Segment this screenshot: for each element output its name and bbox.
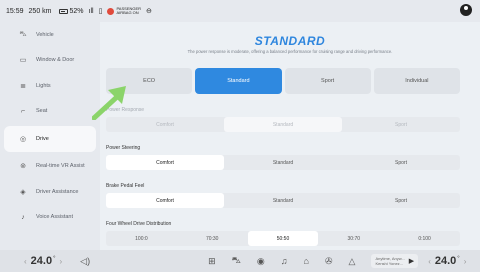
sidebar-item-realtime-vr[interactable]: ⊚ Real-time VR Assist [0, 154, 100, 180]
car-icon[interactable]: ⛍ [232, 255, 241, 267]
sidebar-item-lights[interactable]: ≣ Lights [0, 73, 100, 99]
profile-avatar-icon[interactable] [460, 4, 472, 16]
volume-icon[interactable]: ◁) [80, 256, 90, 267]
window-icon: ▭ [19, 57, 27, 65]
sim-icon: ▯ [98, 8, 103, 15]
apps-grid-icon[interactable]: ⊞ [208, 256, 216, 267]
mode-title: STANDARD [254, 34, 326, 48]
awd-30-70[interactable]: 30:70 [318, 231, 389, 246]
power-steering-sport[interactable]: Sport [342, 155, 460, 170]
sidebar-item-label: Drive [36, 135, 49, 142]
status-bar: 15:59 250 km 52% ıll ▯ PASSENGER AIRBAG … [0, 0, 480, 22]
sidebar-item-vehicle[interactable]: ⛍ Vehicle [0, 22, 100, 48]
airbag-icon [107, 7, 115, 15]
music-icon[interactable]: ♫ [281, 256, 288, 266]
airbag-label-2: AIRBAG ON [116, 10, 139, 15]
power-steering-comfort[interactable]: Comfort [106, 155, 224, 170]
temp-right-increase-icon[interactable]: › [460, 257, 471, 266]
power-response-selector: Comfort Standard Sport [106, 117, 460, 132]
power-steering-section: Power Steering Comfort Standard Sport [106, 145, 470, 170]
sidebar-item-label: Real-time VR Assist [36, 163, 85, 169]
fan-icon[interactable]: ✇ [325, 256, 333, 267]
power-response-title: Power Response [106, 107, 145, 113]
temp-left-decrease-icon[interactable]: ‹ [20, 257, 31, 266]
signal-icon: ıll [88, 7, 94, 15]
mode-standard-button[interactable]: Standard [195, 68, 282, 94]
pointer-arrow-icon [92, 86, 126, 120]
battery-indicator: 52% [57, 8, 84, 15]
vr-icon: ⊚ [20, 163, 26, 171]
sidebar-item-label: Lights [36, 82, 51, 89]
voice-icon: ♪ [21, 213, 25, 221]
temp-left-value: 24.0 [30, 255, 53, 267]
sidebar-item-label: Driver Assistance [36, 188, 79, 195]
home-icon[interactable]: ⌂ [304, 256, 309, 266]
power-steering-title: Power Steering [106, 145, 141, 151]
sidebar-item-drive[interactable]: ◎ Drive [4, 126, 96, 152]
sidebar-item-label: Voice Assistant [36, 214, 73, 220]
sidebar-item-label: Seat [36, 108, 48, 114]
temp-right-decrease-icon[interactable]: ‹ [424, 257, 435, 266]
navigation-icon[interactable]: △ [349, 256, 356, 267]
power-steering-selector: Comfort Standard Sport [106, 155, 460, 170]
awd-100-0[interactable]: 100:0 [106, 231, 177, 246]
passenger-airbag-indicator: PASSENGER AIRBAG ON [107, 7, 141, 15]
sidebar-item-driver-assistance[interactable]: ◈ Driver Assistance [0, 179, 100, 205]
brake-pedal-comfort[interactable]: Comfort [106, 193, 224, 208]
brake-pedal-selector: Comfort Standard Sport [106, 193, 460, 208]
sidebar-item-label: Window & Door [36, 57, 75, 63]
temp-right-value: 24.0 [434, 255, 457, 267]
sidebar: ⛍ Vehicle ▭ Window & Door ≣ Lights ⌐ Sea… [0, 22, 100, 250]
brake-pedal-sport[interactable]: Sport [342, 193, 460, 208]
power-response-section: Power Response Comfort Standard Sport [106, 107, 470, 132]
mode-description: The power response is moderate, offering… [187, 49, 393, 54]
four-wheel-drive-title: Four Wheel Drive Distribution [106, 221, 172, 227]
clock: 15:59 [6, 7, 24, 15]
camera-360-icon[interactable]: ◉ [257, 256, 265, 267]
power-response-standard[interactable]: Standard [224, 117, 342, 132]
brake-pedal-section: Brake Pedal Feel Comfort Standard Sport [106, 183, 470, 208]
sidebar-item-window-door[interactable]: ▭ Window & Door [0, 48, 100, 74]
four-wheel-drive-section: Four Wheel Drive Distribution 100:0 70:3… [106, 221, 470, 246]
temp-left-increase-icon[interactable]: › [56, 257, 67, 266]
steering-wheel-icon: ◎ [19, 135, 27, 143]
media-widget[interactable]: Anytime, Anyw... Kenshi Yonez... ▶ [371, 254, 419, 268]
sidebar-item-voice-assistant[interactable]: ♪ Voice Assistant [0, 205, 100, 231]
assist-icon: ◈ [20, 188, 26, 196]
play-icon[interactable]: ▶ [409, 257, 414, 265]
four-wheel-drive-selector: 100:0 70:30 50:50 30:70 0:100 [106, 231, 460, 246]
power-steering-standard[interactable]: Standard [224, 155, 342, 170]
light-icon: ≣ [20, 82, 26, 90]
temp-left[interactable]: 24.0 ° [31, 255, 56, 267]
seat-icon: ⌐ [20, 107, 26, 115]
drive-settings-panel: STANDARD The power response is moderate,… [100, 22, 480, 250]
battery-percent: 52% [69, 7, 84, 15]
drive-mode-selector: ECO Standard Sport Individual [106, 68, 460, 94]
brake-pedal-title: Brake Pedal Feel [106, 183, 145, 189]
temp-right[interactable]: 24.0 ° [435, 255, 460, 267]
media-artist: Kenshi Yonez... [375, 261, 404, 266]
awd-70-30[interactable]: 70:30 [177, 231, 248, 246]
mode-individual-button[interactable]: Individual [373, 68, 460, 94]
brake-pedal-standard[interactable]: Standard [224, 193, 342, 208]
awd-0-100[interactable]: 0:100 [389, 231, 460, 246]
awd-50-50[interactable]: 50:50 [247, 231, 319, 246]
car-icon: ⛍ [19, 31, 27, 39]
mode-sport-button[interactable]: Sport [284, 68, 371, 94]
power-response-sport[interactable]: Sport [342, 117, 460, 132]
bottom-bar: ‹ 24.0 ° › ◁) ⊞ ⛍ ◉ ♫ ⌂ ✇ △ Anytime, Anyw… [0, 250, 480, 272]
settings-status-icon: ⊖ [146, 8, 152, 15]
range-readout: 250 km [28, 7, 52, 15]
sidebar-item-seat[interactable]: ⌐ Seat [0, 99, 100, 125]
sidebar-item-label: Vehicle [36, 31, 54, 38]
battery-icon [58, 8, 68, 14]
